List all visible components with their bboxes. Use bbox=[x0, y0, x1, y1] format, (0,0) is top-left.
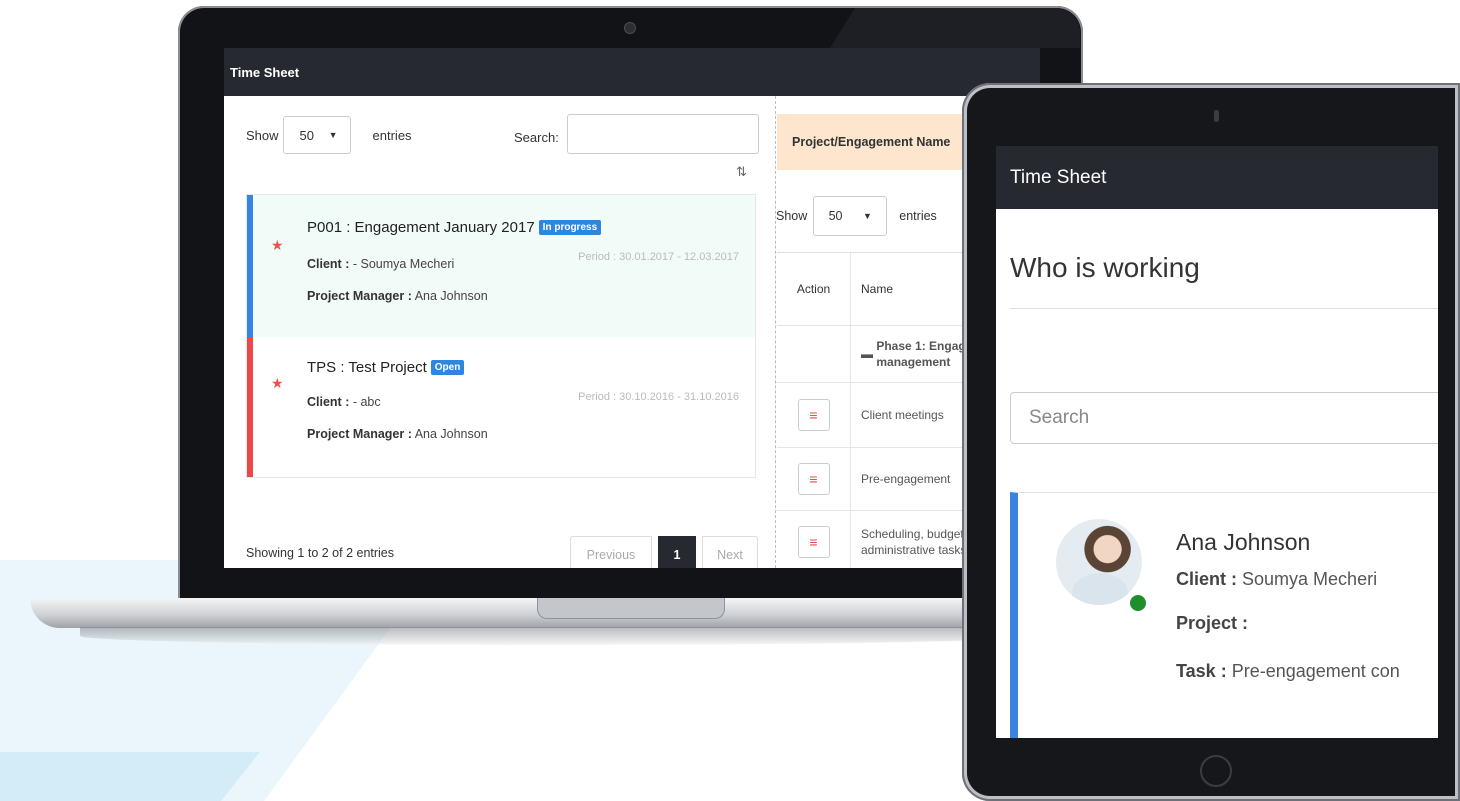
previous-button[interactable]: Previous bbox=[570, 536, 652, 568]
page-size-select[interactable]: 50 ▼ bbox=[813, 196, 888, 236]
star-icon[interactable]: ★ bbox=[271, 375, 284, 392]
project-title-text: TPS : Test Project bbox=[307, 359, 427, 376]
project-list: ★ P001 : Engagement January 2017 In progr… bbox=[246, 194, 756, 478]
online-status-icon bbox=[1128, 593, 1148, 613]
action-cell: ≡ bbox=[777, 448, 851, 510]
search-input[interactable]: Search bbox=[1010, 392, 1438, 444]
entries-label: entries bbox=[372, 127, 412, 143]
resize-handle-icon[interactable]: ◢ bbox=[760, 566, 768, 568]
pm-label: Project Manager : bbox=[307, 289, 412, 303]
entries-label: entries bbox=[899, 209, 937, 223]
entries-control: Show 50 ▼ entries bbox=[246, 116, 412, 154]
project-item[interactable]: ★ TPS : Test Project Open Period : 30.10.… bbox=[247, 337, 755, 477]
page-size-value: 50 bbox=[828, 209, 843, 223]
project-label: Project : bbox=[1176, 613, 1249, 633]
menu-button[interactable]: ≡ bbox=[797, 463, 830, 495]
home-button[interactable] bbox=[1200, 755, 1232, 787]
next-button[interactable]: Next bbox=[702, 536, 758, 568]
project-manager: Project Manager : Ana Johnson bbox=[307, 289, 488, 303]
project-title: TPS : Test Project Open bbox=[307, 359, 465, 376]
laptop-notch bbox=[537, 598, 725, 619]
project-period: Period : 30.10.2016 - 31.10.2016 bbox=[578, 391, 739, 403]
caret-down-icon: ▼ bbox=[863, 211, 872, 221]
task-value: Pre-engagement con bbox=[1231, 661, 1400, 681]
project-client: Client : - abc bbox=[307, 395, 381, 409]
caret-down-icon: ▼ bbox=[328, 130, 338, 140]
page-title: Who is working bbox=[1010, 252, 1200, 283]
pm-value: Ana Johnson bbox=[414, 427, 488, 441]
background-shape-dark bbox=[0, 752, 260, 801]
client-value: - Soumya Mecheri bbox=[352, 257, 455, 271]
worker-client: Client : Soumya Mecheri bbox=[1176, 569, 1377, 590]
project-title: P001 : Engagement January 2017 In progres… bbox=[307, 219, 602, 236]
worker-name: Ana Johnson bbox=[1176, 529, 1311, 555]
client-label: Client : bbox=[1176, 569, 1237, 589]
worker-task: Task : Pre-engagement con bbox=[1176, 661, 1400, 682]
page-size-value: 50 bbox=[299, 127, 314, 143]
project-list-panel: Show 50 ▼ entries Search: ⇅ ★ P001 : Eng… bbox=[224, 96, 776, 568]
tablet-screen: Time Sheet Who is working Search Ana Joh… bbox=[996, 146, 1438, 738]
client-label: Client : bbox=[307, 257, 350, 271]
column-header-action[interactable]: Action bbox=[777, 253, 851, 325]
pm-label: Project Manager : bbox=[307, 427, 412, 441]
action-cell bbox=[777, 326, 851, 382]
avatar-body bbox=[1072, 573, 1128, 605]
divider bbox=[1010, 308, 1438, 309]
search-input[interactable] bbox=[567, 114, 759, 154]
status-badge: In progress bbox=[538, 220, 602, 235]
page-size-select[interactable]: 50 ▼ bbox=[282, 116, 351, 154]
status-badge: Open bbox=[430, 360, 465, 375]
client-value: Soumya Mecheri bbox=[1242, 569, 1378, 589]
worker-project: Project : bbox=[1176, 613, 1248, 634]
star-icon[interactable]: ★ bbox=[271, 237, 284, 254]
action-cell: ≡ bbox=[777, 383, 851, 447]
project-item[interactable]: ★ P001 : Engagement January 2017 In progr… bbox=[247, 195, 755, 337]
tablet-camera-icon bbox=[1214, 110, 1219, 122]
app-title: Time Sheet bbox=[224, 48, 1040, 96]
sort-icon[interactable]: ⇅ bbox=[736, 164, 747, 180]
page-1-button[interactable]: 1 bbox=[658, 536, 696, 568]
project-title-text: P001 : Engagement January 2017 bbox=[307, 219, 535, 236]
laptop-screen: Time Sheet Show 50 ▼ entries Search: ⇅ ★… bbox=[224, 48, 1040, 568]
camera-icon bbox=[624, 22, 636, 34]
showing-text: Showing 1 to 2 of 2 entries bbox=[246, 546, 395, 560]
entries-control: Show 50 ▼ entries bbox=[776, 196, 937, 236]
app-title: Time Sheet bbox=[996, 146, 1438, 209]
folder-icon: ▬ bbox=[861, 347, 877, 361]
avatar bbox=[1056, 519, 1142, 605]
show-label: Show bbox=[246, 127, 279, 143]
project-period: Period : 30.01.2017 - 12.03.2017 bbox=[578, 251, 739, 263]
pagination: Previous 1 Next bbox=[570, 536, 758, 568]
menu-button[interactable]: ≡ bbox=[797, 526, 830, 558]
client-value: - abc bbox=[352, 395, 381, 409]
menu-button[interactable]: ≡ bbox=[797, 399, 830, 431]
worker-card[interactable]: Ana Johnson Client : Soumya Mecheri Proj… bbox=[1010, 492, 1438, 738]
laptop-shadow bbox=[80, 627, 1030, 645]
search-label: Search: bbox=[514, 130, 559, 145]
client-label: Client : bbox=[307, 395, 350, 409]
pm-value: Ana Johnson bbox=[414, 289, 488, 303]
show-label: Show bbox=[776, 209, 808, 223]
laptop-glare bbox=[830, 8, 1080, 48]
project-client: Client : - Soumya Mecheri bbox=[307, 257, 454, 271]
project-manager: Project Manager : Ana Johnson bbox=[307, 427, 488, 441]
task-label: Task : bbox=[1176, 661, 1227, 681]
action-cell: ≡ bbox=[777, 511, 851, 568]
